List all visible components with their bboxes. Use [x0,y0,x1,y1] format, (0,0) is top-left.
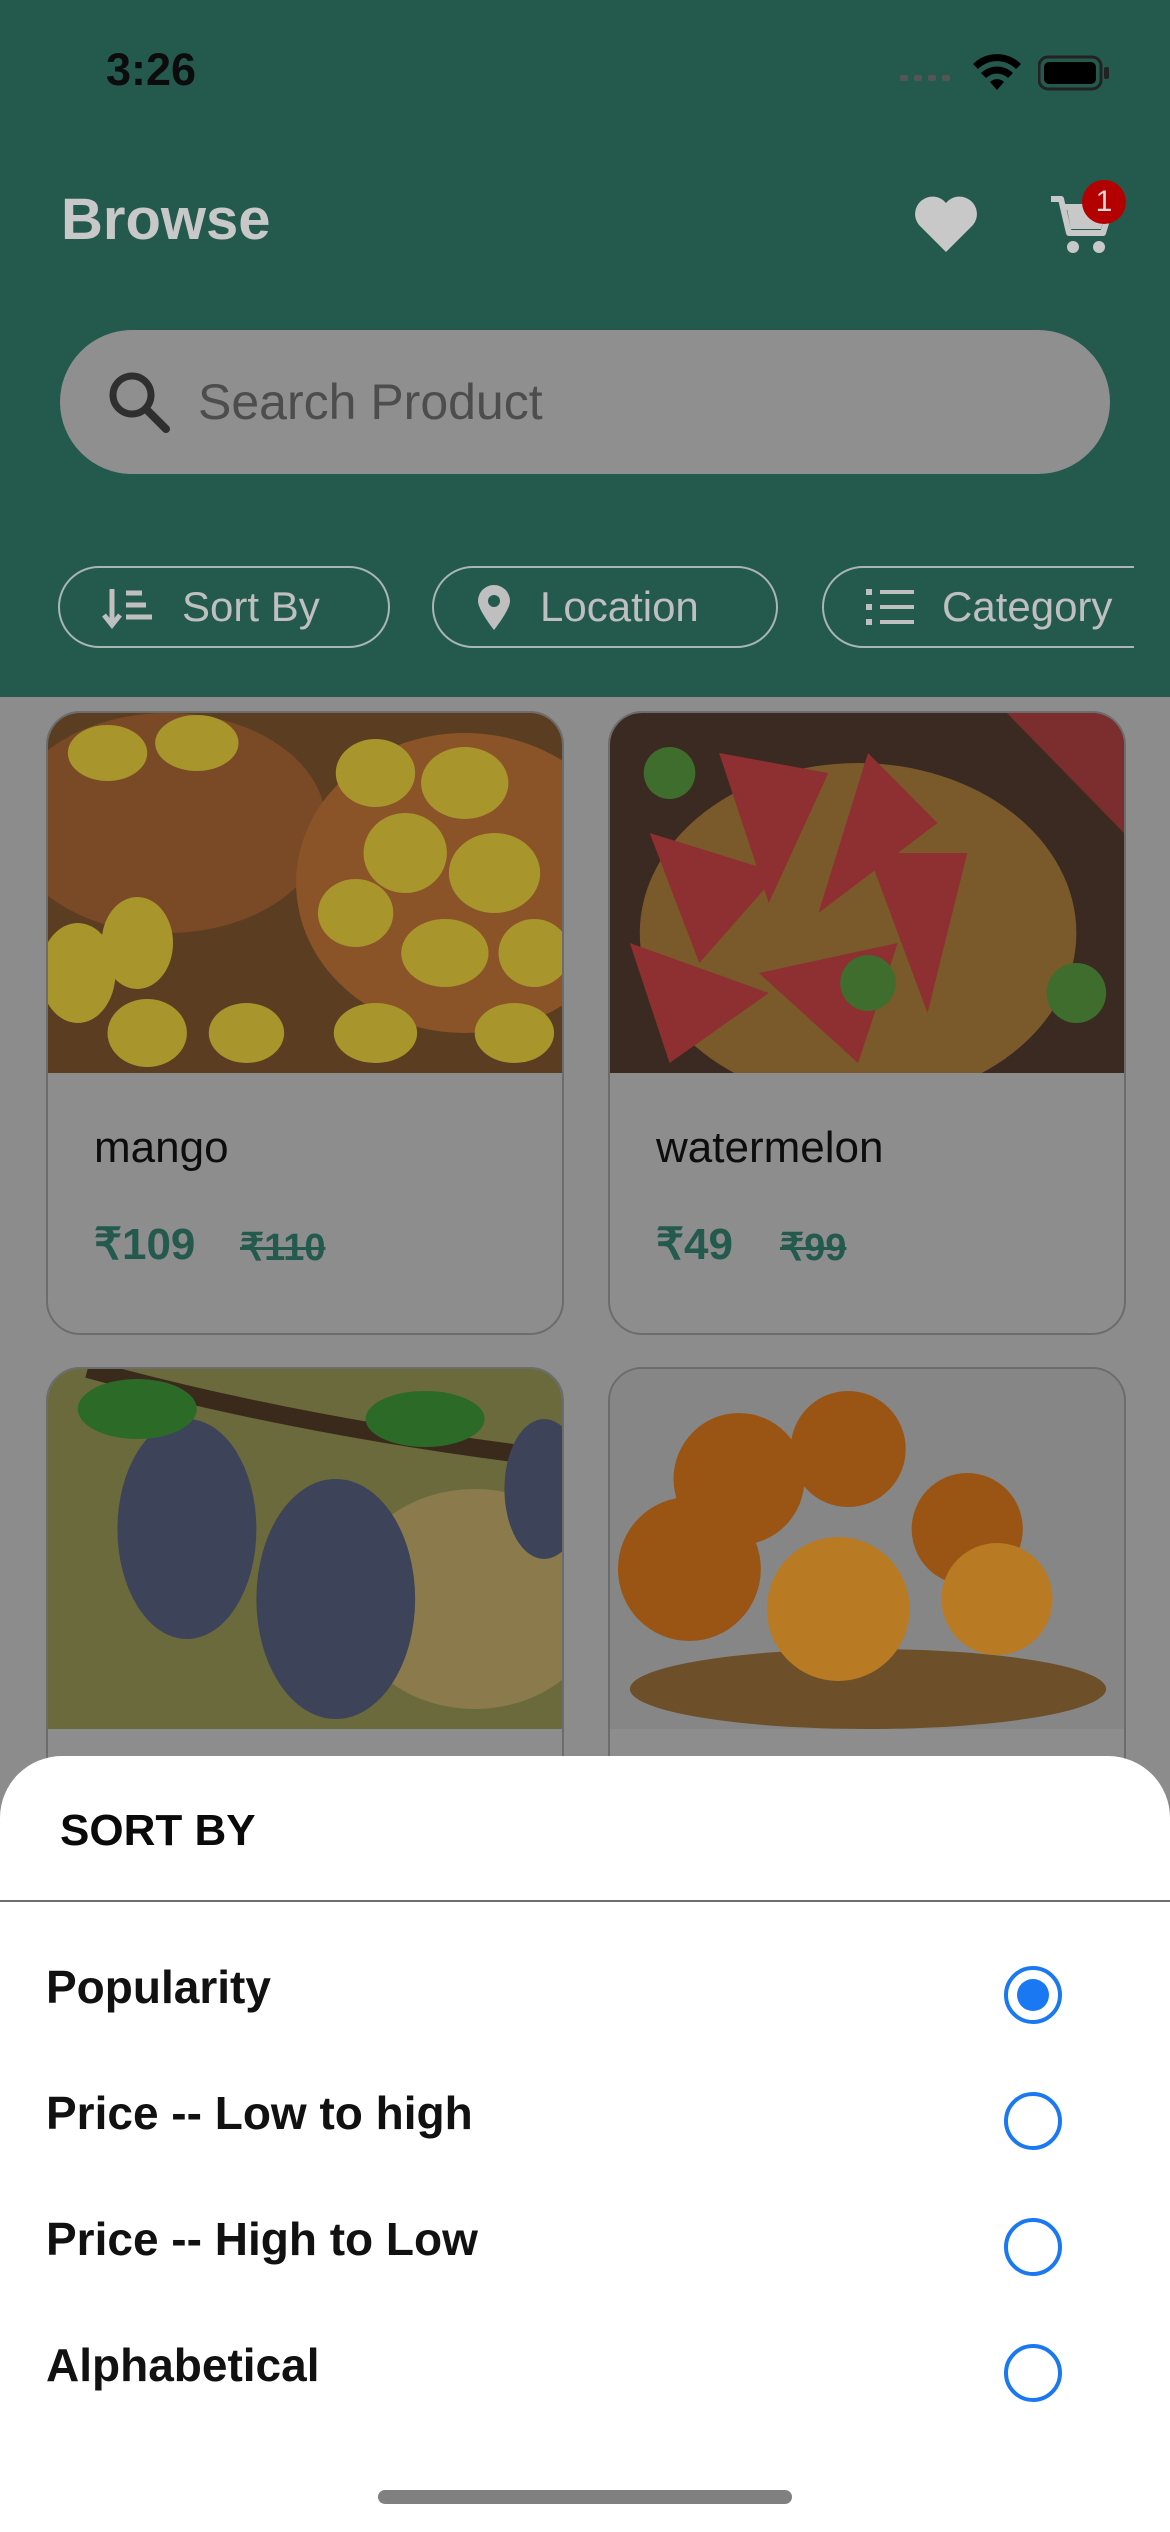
sort-option-label: Price -- Low to high [46,2087,473,2139]
radio-button-selected[interactable] [1004,1966,1062,2024]
mango-image [48,713,562,1073]
product-price: ₹109 [94,1220,196,1269]
status-time: 3:26 [106,44,197,95]
product-card-grapes[interactable] [46,1367,564,1807]
location-chip[interactable]: Location [432,566,778,648]
sort-by-chip[interactable]: Sort By [58,566,390,648]
product-original-price: ₹99 [780,1227,847,1269]
search-icon [109,372,170,433]
battery-icon [1038,55,1109,91]
product-original-price: ₹110 [240,1227,326,1269]
header: 3:26 Browse 1 Search Product Sort By Loc… [0,0,1170,697]
app-screen: 3:26 Browse 1 Search Product Sort By Loc… [0,0,1170,2532]
location-label: Location [540,583,699,630]
sort-icon [102,589,152,629]
home-indicator [378,2490,792,2504]
product-grid: mango ₹109 ₹110 watermelon ₹49 ₹99 [0,697,1170,1807]
category-label: Category [942,583,1113,630]
radio-button[interactable] [1004,2092,1062,2150]
sort-option-price-high-low[interactable]: Price -- High to Low [0,2188,1170,2298]
location-pin-icon [478,585,510,630]
sort-option-price-low-high[interactable]: Price -- Low to high [0,2062,1170,2172]
sort-option-label: Popularity [46,1961,271,2013]
product-card-mango[interactable]: mango ₹109 ₹110 [46,711,564,1335]
product-price: ₹49 [656,1220,733,1269]
cart-count-badge: 1 [1082,180,1126,224]
filter-chips: Sort By Location Category [58,566,1134,652]
category-chip[interactable]: Category [822,566,1134,648]
grapes-image [48,1369,562,1729]
page-title: Browse [61,187,271,252]
status-icons [900,54,1110,92]
sort-option-popularity[interactable]: Popularity [0,1936,1170,2046]
radio-button[interactable] [1004,2344,1062,2402]
search-bar[interactable] [60,330,1110,474]
product-card-oranges[interactable] [608,1367,1126,1807]
cart-button[interactable]: 1 [1044,180,1126,262]
wishlist-button[interactable] [908,186,984,262]
sort-option-alphabetical[interactable]: Alphabetical [0,2314,1170,2424]
radio-button[interactable] [1004,2218,1062,2276]
sort-by-label: Sort By [182,583,320,630]
oranges-image [610,1369,1124,1729]
sort-option-label: Alphabetical [46,2339,320,2391]
list-icon [866,589,914,625]
sort-bottom-sheet: SORT BY Popularity Price -- Low to high … [0,1756,1170,2532]
sheet-title: SORT BY [60,1806,256,1855]
sort-option-label: Price -- High to Low [46,2213,478,2265]
product-card-watermelon[interactable]: watermelon ₹49 ₹99 [608,711,1126,1335]
wifi-icon [973,54,1021,90]
header-actions: 1 [908,180,1126,262]
search-input[interactable] [196,372,1020,432]
product-name: watermelon [656,1123,884,1172]
heart-icon [915,196,977,252]
sheet-divider [0,1900,1170,1902]
signal-icon [900,75,950,81]
product-name: mango [94,1123,229,1172]
watermelon-image [610,713,1124,1103]
